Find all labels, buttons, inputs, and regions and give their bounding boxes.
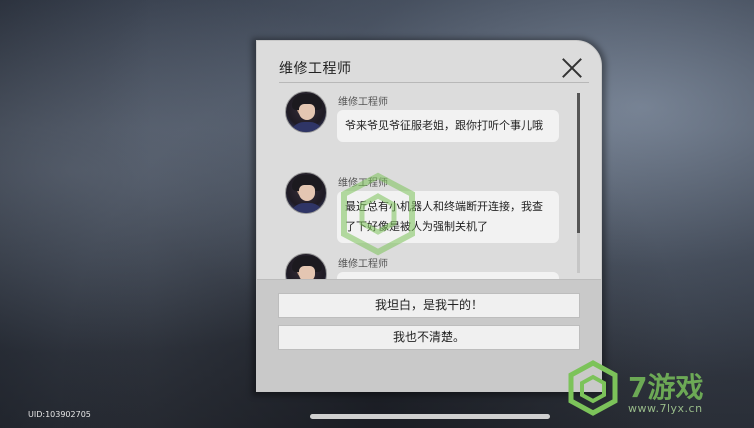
user-id-label: UID:103902705 xyxy=(28,410,91,419)
reply-options: 我坦白，是我干的！ 我也不清楚。 xyxy=(257,279,601,391)
message-sender: 维修工程师 xyxy=(338,97,388,108)
avatar xyxy=(285,172,327,214)
reply-option-unsure[interactable]: 我也不清楚。 xyxy=(278,325,580,350)
reply-option-confess[interactable]: 我坦白，是我干的！ xyxy=(278,293,580,318)
message-sender: 维修工程师 xyxy=(338,259,388,270)
hexagon-logo-icon xyxy=(568,360,618,416)
hexagon-logo-icon xyxy=(341,172,415,256)
dialog-title: 维修工程师 xyxy=(279,61,352,77)
message-bubble xyxy=(337,272,559,279)
chat-dialog: 维修工程师 维修工程师 爷来爷见爷征服老姐，跟你打听个事儿哦 维修工程师 最近总… xyxy=(256,40,602,392)
avatar xyxy=(285,91,327,133)
home-indicator-bar[interactable] xyxy=(310,414,550,419)
close-icon[interactable] xyxy=(561,57,583,79)
avatar xyxy=(285,253,327,279)
watermark-brand: 7游戏 xyxy=(628,371,704,404)
chat-message-list[interactable]: 维修工程师 爷来爷见爷征服老姐，跟你打听个事儿哦 维修工程师 最近总有小机器人和… xyxy=(257,85,601,279)
scrollbar-thumb[interactable] xyxy=(577,93,580,233)
message-bubble: 爷来爷见爷征服老姐，跟你打听个事儿哦 xyxy=(337,110,559,142)
watermark-url: www.7lyx.cn xyxy=(628,402,703,415)
dialog-header: 维修工程师 xyxy=(257,41,601,83)
header-divider xyxy=(279,82,589,83)
